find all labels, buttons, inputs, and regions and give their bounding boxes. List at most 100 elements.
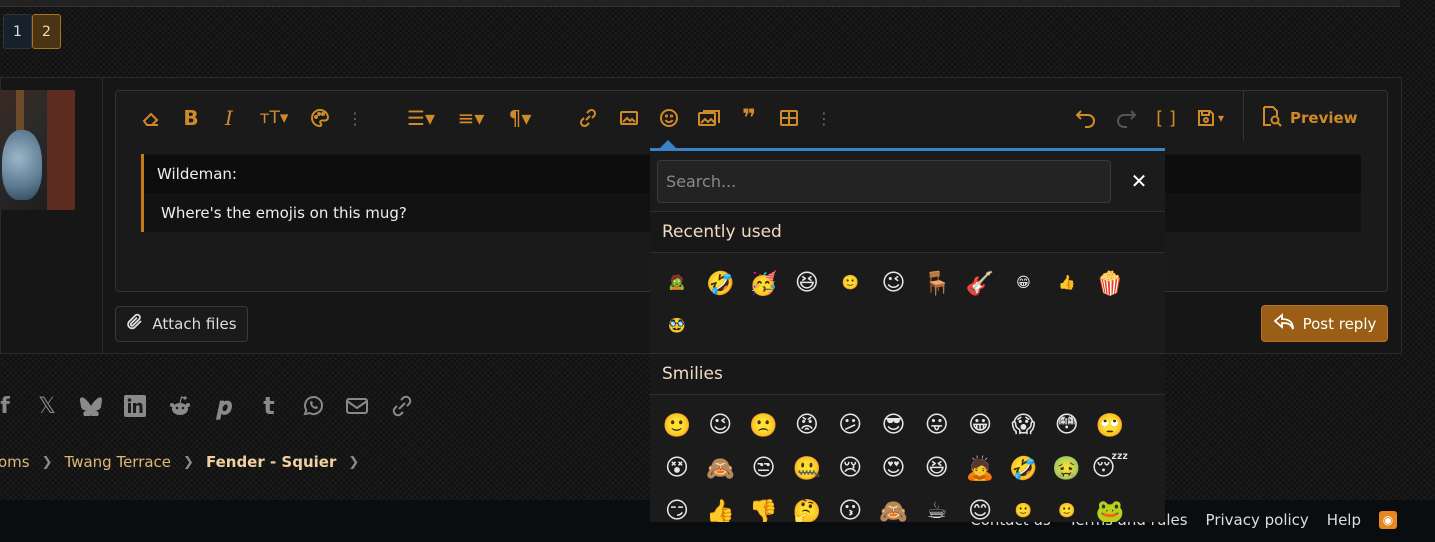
link-icon[interactable] [389,391,415,421]
emoji-option[interactable]: 😛 [919,407,955,443]
emoji-option[interactable]: 🙈 [702,450,738,486]
emoji-option[interactable]: 🎸 [962,265,998,301]
emoji-option[interactable]: 🥳 [746,265,782,301]
emoji-option[interactable]: 🙂 [832,265,868,301]
emoji-option[interactable]: ☕ [919,493,955,522]
emoji-option[interactable]: 🐸 [1092,493,1128,523]
pinterest-icon[interactable]: 𝒑 [211,391,237,421]
table-icon[interactable] [772,91,806,145]
whatsapp-icon[interactable] [300,391,326,421]
preview-label: Preview [1290,109,1358,127]
smiley-icon[interactable] [652,91,686,145]
emoji-option[interactable]: 😍 [876,450,912,486]
emoji-option[interactable]: 😏 [659,493,695,522]
bold-icon[interactable]: B [174,91,208,145]
emoji-option[interactable]: 😱 [1005,407,1041,443]
emoji-option[interactable]: 😗 [832,493,868,522]
emoji-option[interactable]: 🤣 [1005,450,1041,486]
emoji-option[interactable]: 🙂 [1005,493,1041,522]
email-icon[interactable] [344,391,370,421]
footer-link-help[interactable]: Help [1327,511,1361,529]
emoji-option[interactable]: 😎 [876,407,912,443]
emoji-option[interactable]: 🍿 [1092,265,1128,301]
more-options-icon[interactable]: ⋮ [807,91,841,145]
breadcrumb-item[interactable]: Twang Terrace [65,453,172,471]
emoji-option[interactable]: 🪑 [919,265,955,301]
text-size-icon[interactable]: тT▾ [252,91,296,145]
breadcrumb-item[interactable]: oms [0,453,30,471]
page-2-button[interactable]: 2 [32,14,61,49]
toolbar-separator [1243,91,1244,141]
emoji-option[interactable]: 😀 [962,407,998,443]
drafts-icon[interactable]: ▾ [1188,91,1232,145]
emoji-option[interactable]: 🙂 [1049,493,1085,522]
emoji-option[interactable]: 👎 [746,493,782,523]
emoji-option[interactable]: 🤐 [789,450,825,486]
emoji-option[interactable]: 😆 [789,265,825,301]
bluesky-icon[interactable] [78,391,104,421]
emoji-picker: ✕ Recently used 🧟🤣🥳😆🙂😉🪑🎸😁👍🍿🥸 Smilies 🙂😉🙁… [650,148,1165,522]
rss-icon[interactable]: ◉ [1379,511,1397,529]
chevron-right-icon: ❯ [41,454,53,470]
emoji-option[interactable]: 😢 [832,450,868,486]
x-icon[interactable]: 𝕏 [34,391,60,421]
emoji-option[interactable]: 🙁 [746,407,782,443]
share-bar: f 𝕏 𝒑 t [0,391,420,421]
linkedin-icon[interactable] [122,391,148,421]
image-icon[interactable] [612,91,646,145]
bbcode-icon[interactable]: [ ] [1149,91,1183,145]
list-icon[interactable]: ☰▾ [399,91,443,145]
more-options-icon[interactable]: ⋮ [338,91,372,145]
emoji-option[interactable]: 🙈 [876,493,912,523]
undo-icon[interactable] [1069,91,1103,145]
facebook-icon[interactable]: f [0,391,18,421]
emoji-option[interactable]: 🤣 [702,265,738,301]
page-1-button[interactable]: 1 [3,14,32,49]
emoji-option[interactable]: 😉 [876,265,912,301]
attach-files-button[interactable]: Attach files [115,306,248,342]
breadcrumb: oms ❯ Twang Terrace ❯ Fender - Squier ❯ [0,453,359,471]
palette-icon[interactable] [303,91,337,145]
emoji-option[interactable]: 👍 [1049,265,1085,301]
post-reply-button[interactable]: Post reply [1261,305,1388,342]
emoji-option[interactable]: 👍 [702,493,738,523]
emoji-option[interactable]: 🧟 [659,265,695,301]
emoji-option[interactable]: 😴 [1092,450,1129,486]
emoji-option[interactable]: 🙄 [1092,407,1128,443]
align-icon[interactable]: ≡▾ [449,91,493,145]
redo-icon[interactable] [1109,91,1143,145]
avatar[interactable] [0,90,75,210]
media-icon[interactable] [692,91,726,145]
reddit-icon[interactable] [167,391,193,421]
emoji-option[interactable]: 😆 [919,450,955,486]
post-reply-label: Post reply [1302,314,1377,333]
emoji-search-input[interactable] [657,160,1111,203]
italic-icon[interactable]: I [212,91,246,145]
emoji-option[interactable]: 🙂 [659,407,695,443]
emoji-option[interactable]: 😉 [702,407,738,443]
attach-files-label: Attach files [152,315,237,333]
emoji-option[interactable]: 😵 [659,450,695,486]
tumblr-icon[interactable]: t [256,391,282,421]
editor-toolbar: B I тT▾ ⋮ ☰▾ ≡▾ ¶▾ ❞ ⋮ [ ] ▾ [116,91,1243,145]
emoji-option[interactable]: 😳 [1049,407,1085,443]
link-icon[interactable] [571,91,605,145]
preview-button[interactable]: Preview [1260,99,1358,137]
emoji-option[interactable]: 🤢 [1049,450,1085,486]
footer-link-privacy[interactable]: Privacy policy [1206,511,1309,529]
emoji-option[interactable]: 🤔 [789,493,825,523]
emoji-option[interactable]: 😕 [832,407,868,443]
emoji-option[interactable]: 😒 [746,450,782,486]
eraser-icon[interactable] [134,91,168,145]
paragraph-icon[interactable]: ¶▾ [498,91,542,145]
emoji-option[interactable]: 😁 [1005,265,1041,301]
quote-text: Where's the emojis on this mug? [161,204,407,222]
emoji-option[interactable]: 🙇 [962,450,998,486]
breadcrumb-item[interactable]: Fender - Squier [206,453,336,471]
pagination: 1 2 [3,14,61,49]
emoji-option[interactable]: 😊 [962,493,998,522]
emoji-option[interactable]: 😡 [789,407,825,443]
emoji-option[interactable]: 🥸 [659,308,695,344]
close-icon[interactable]: ✕ [1127,169,1151,193]
quote-icon[interactable]: ❞ [732,91,766,145]
